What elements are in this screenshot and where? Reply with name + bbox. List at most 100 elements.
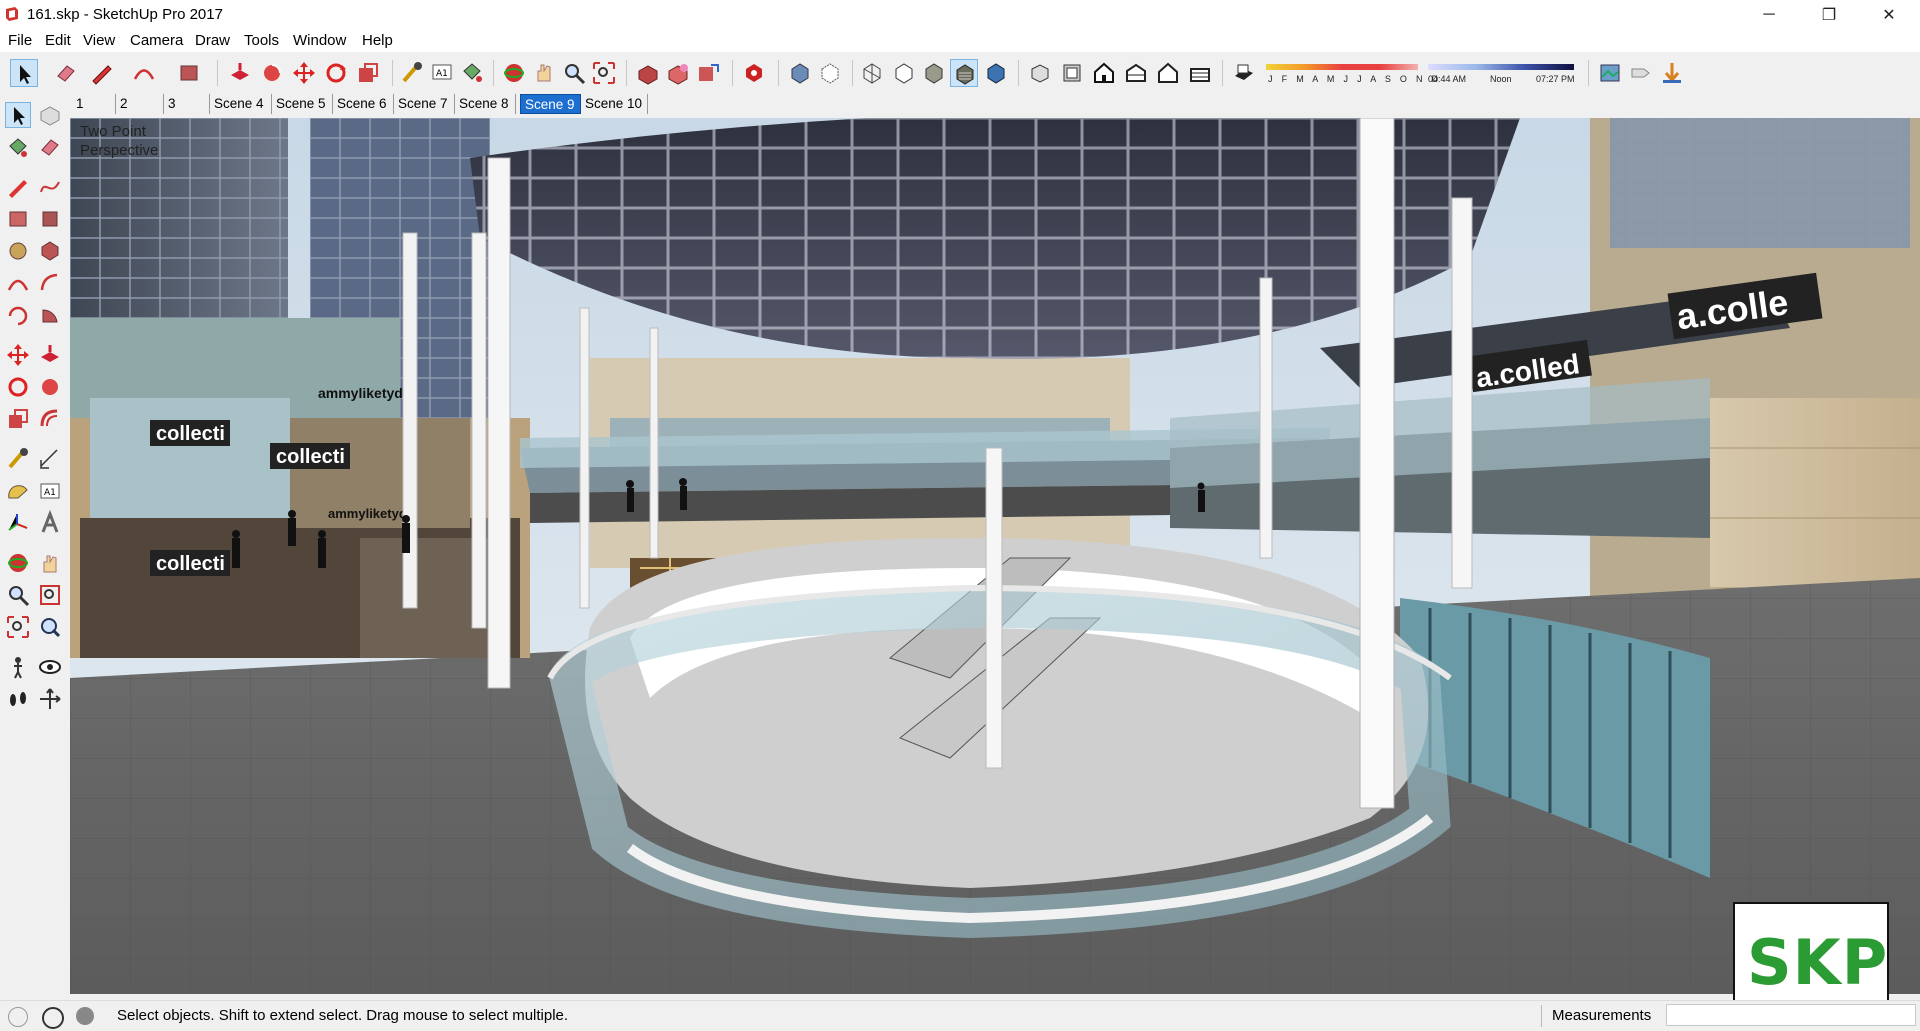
- walk-icon[interactable]: [5, 686, 31, 712]
- minimize-button[interactable]: ─: [1746, 0, 1792, 30]
- wireframe-style-icon[interactable]: [858, 59, 886, 87]
- rotate-tool-icon[interactable]: [5, 374, 31, 400]
- menu-edit[interactable]: Edit: [45, 32, 71, 49]
- 3d-text-icon[interactable]: [37, 510, 63, 536]
- arc-tool-icon[interactable]: [5, 270, 31, 296]
- right-view-icon[interactable]: [1122, 59, 1150, 87]
- monochrome-style-icon[interactable]: [982, 59, 1010, 87]
- pan-tool-icon[interactable]: [37, 550, 63, 576]
- arc-icon[interactable]: [130, 59, 158, 87]
- line-tool-icon[interactable]: [5, 174, 31, 200]
- zoom-extents-tool-icon[interactable]: [5, 614, 31, 640]
- polygon-tool-icon[interactable]: [37, 238, 63, 264]
- rectangle-icon[interactable]: [175, 59, 203, 87]
- share-model-icon[interactable]: [664, 59, 692, 87]
- dimension-tool-icon[interactable]: [37, 446, 63, 472]
- menu-file[interactable]: File: [8, 32, 32, 49]
- shadow-time-slider[interactable]: [1428, 64, 1574, 70]
- protractor-icon[interactable]: [5, 478, 31, 504]
- tag-icon[interactable]: [1626, 59, 1654, 87]
- left-view-icon[interactable]: [1186, 59, 1214, 87]
- scene-tab-5[interactable]: Scene 5: [272, 94, 333, 114]
- import-down-icon[interactable]: [1658, 59, 1686, 87]
- match-photo-icon[interactable]: [1596, 59, 1624, 87]
- front-view-icon[interactable]: [1090, 59, 1118, 87]
- shaded-style-icon[interactable]: [920, 59, 948, 87]
- menu-window[interactable]: Window: [293, 32, 346, 49]
- scale-tool-icon[interactable]: [5, 406, 31, 432]
- top-view-icon[interactable]: [1058, 59, 1086, 87]
- circle-tool-icon[interactable]: [5, 238, 31, 264]
- scene-tab-2[interactable]: 2: [116, 94, 164, 114]
- rotated-rectangle-icon[interactable]: [37, 206, 63, 232]
- scene-tab-9[interactable]: Scene 9: [520, 94, 581, 114]
- user-account-icon[interactable]: [76, 1007, 94, 1025]
- eraser-tool-icon[interactable]: [37, 134, 63, 160]
- back-view-icon[interactable]: [1154, 59, 1182, 87]
- paint-bucket-icon[interactable]: [458, 59, 486, 87]
- pie-tool-icon[interactable]: [37, 302, 63, 328]
- position-camera-icon[interactable]: [5, 654, 31, 680]
- axes-tool-icon[interactable]: [5, 510, 31, 536]
- paint-bucket-tool-icon[interactable]: [5, 134, 31, 160]
- move-tool-icon[interactable]: [5, 342, 31, 368]
- menu-camera[interactable]: Camera: [130, 32, 183, 49]
- menu-tools[interactable]: Tools: [244, 32, 279, 49]
- geo-location-icon[interactable]: [8, 1007, 28, 1027]
- menu-draw[interactable]: Draw: [195, 32, 230, 49]
- text-icon[interactable]: A1: [428, 59, 456, 87]
- push-pull-tool-icon[interactable]: [37, 342, 63, 368]
- scene-tab-8[interactable]: Scene 8: [455, 94, 516, 114]
- text-tool-icon[interactable]: A1: [37, 478, 63, 504]
- offset-tool-icon[interactable]: [37, 406, 63, 432]
- shadows-toggle-icon[interactable]: [1230, 59, 1258, 87]
- rotate-icon[interactable]: [322, 59, 350, 87]
- scale-icon[interactable]: [354, 59, 382, 87]
- orbit-tool-icon[interactable]: [5, 550, 31, 576]
- shaded-textures-style-icon[interactable]: [950, 59, 978, 87]
- share-component-icon[interactable]: [694, 59, 722, 87]
- zoom-tool-icon[interactable]: [5, 582, 31, 608]
- three-point-arc-icon[interactable]: [5, 302, 31, 328]
- model-viewport[interactable]: collecti collecti collecti ammyliketyd a…: [70, 118, 1920, 994]
- follow-me-icon[interactable]: [258, 59, 286, 87]
- push-pull-icon[interactable]: [226, 59, 254, 87]
- scene-tab-7[interactable]: Scene 7: [394, 94, 455, 114]
- freehand-icon[interactable]: [37, 174, 63, 200]
- hidden-line-style-icon[interactable]: [890, 59, 918, 87]
- pencil-icon[interactable]: [88, 59, 116, 87]
- section-plane-icon[interactable]: [37, 686, 63, 712]
- extension-warehouse-icon[interactable]: [740, 59, 768, 87]
- scene-tab-3[interactable]: 3: [164, 94, 210, 114]
- back-edges-style-icon[interactable]: [816, 59, 844, 87]
- scene-tab-1[interactable]: 1: [72, 94, 116, 114]
- select-icon[interactable]: [5, 102, 31, 128]
- rectangle-tool-icon[interactable]: [5, 206, 31, 232]
- menu-view[interactable]: View: [83, 32, 115, 49]
- xray-style-icon[interactable]: [786, 59, 814, 87]
- zoom-icon[interactable]: [560, 59, 588, 87]
- zoom-window-icon[interactable]: [37, 582, 63, 608]
- tape-measure-tool-icon[interactable]: [5, 446, 31, 472]
- 3d-warehouse-icon[interactable]: [634, 59, 662, 87]
- make-component-icon[interactable]: [37, 102, 63, 128]
- select-tool-icon[interactable]: [10, 59, 38, 87]
- pan-icon[interactable]: [530, 59, 558, 87]
- look-around-icon[interactable]: [37, 654, 63, 680]
- scene-tab-10[interactable]: Scene 10: [581, 94, 648, 114]
- tape-measure-icon[interactable]: [398, 59, 426, 87]
- shadow-month-slider[interactable]: [1266, 64, 1418, 70]
- measurements-input[interactable]: [1666, 1004, 1916, 1026]
- orbit-icon[interactable]: [500, 59, 528, 87]
- scene-tab-4[interactable]: Scene 4: [210, 94, 272, 114]
- follow-me-tool-icon[interactable]: [37, 374, 63, 400]
- menu-help[interactable]: Help: [362, 32, 393, 49]
- two-point-arc-icon[interactable]: [37, 270, 63, 296]
- move-icon[interactable]: [290, 59, 318, 87]
- zoom-extents-icon[interactable]: [590, 59, 618, 87]
- close-button[interactable]: ✕: [1866, 0, 1912, 30]
- restore-button[interactable]: ❐: [1806, 0, 1852, 30]
- iso-view-icon[interactable]: [1026, 59, 1054, 87]
- eraser-icon[interactable]: [52, 59, 80, 87]
- previous-view-icon[interactable]: [37, 614, 63, 640]
